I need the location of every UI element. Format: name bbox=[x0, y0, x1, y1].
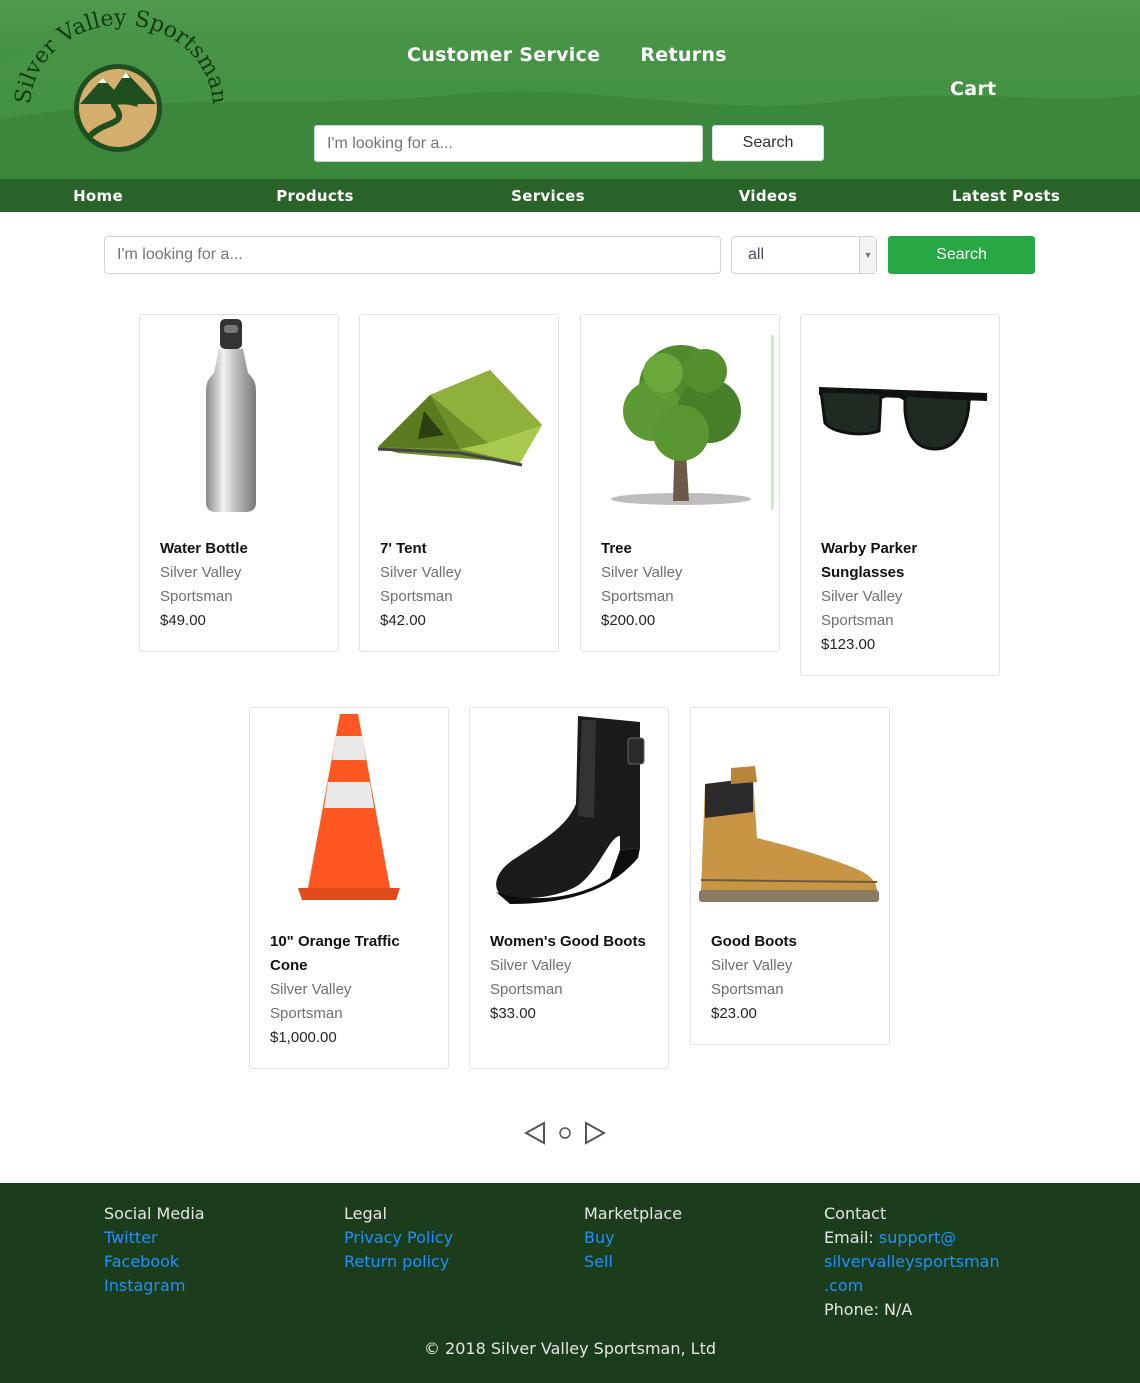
product-name[interactable]: Good Boots bbox=[711, 930, 876, 954]
product-image[interactable] bbox=[250, 708, 448, 908]
customer-service-link[interactable]: Customer Service bbox=[407, 44, 600, 66]
privacy-policy-link[interactable]: Privacy Policy bbox=[344, 1226, 453, 1250]
tan-boot-icon bbox=[699, 766, 879, 902]
cart-link[interactable]: Cart bbox=[950, 78, 996, 100]
product-image[interactable] bbox=[140, 315, 338, 515]
product-info: Women's Good Boots Silver Valley Sportsm… bbox=[490, 930, 655, 1026]
product-card[interactable]: 7' Tent Silver Valley Sportsman $42.00 bbox=[359, 314, 559, 652]
product-name[interactable]: 7' Tent bbox=[380, 537, 545, 561]
nav-services[interactable]: Services bbox=[511, 187, 585, 205]
twitter-link[interactable]: Twitter bbox=[104, 1226, 205, 1250]
chevron-down-icon[interactable]: ▼ bbox=[859, 237, 876, 273]
footer-marketplace-heading: Marketplace bbox=[584, 1204, 683, 1223]
facebook-link[interactable]: Facebook bbox=[104, 1250, 205, 1274]
product-filter: all ▼ Search bbox=[104, 236, 1035, 274]
product-price: $200.00 bbox=[601, 612, 656, 629]
footer-social: Social Media Twitter Facebook Instagram bbox=[104, 1202, 205, 1298]
nav-videos[interactable]: Videos bbox=[739, 187, 797, 205]
product-info: 7' Tent Silver Valley Sportsman $42.00 bbox=[380, 537, 545, 633]
traffic-cone-icon bbox=[298, 714, 400, 900]
product-info: Water Bottle Silver Valley Sportsman $49… bbox=[160, 537, 325, 633]
buy-link[interactable]: Buy bbox=[584, 1226, 682, 1250]
product-name[interactable]: Warby Parker Sunglasses bbox=[821, 537, 986, 585]
contact-email: Email: support@ bbox=[824, 1226, 1024, 1250]
contact-phone: Phone: N/A bbox=[824, 1300, 913, 1319]
product-name[interactable]: Women's Good Boots bbox=[490, 930, 655, 954]
header-search-button[interactable]: Search bbox=[712, 125, 824, 161]
product-image[interactable] bbox=[360, 315, 558, 515]
product-price: $123.00 bbox=[821, 636, 876, 653]
product-card[interactable]: Women's Good Boots Silver Valley Sportsm… bbox=[469, 707, 669, 1069]
header-search-input[interactable] bbox=[314, 125, 703, 162]
product-card[interactable]: Warby Parker Sunglasses Silver Valley Sp… bbox=[800, 314, 1000, 676]
product-image[interactable] bbox=[581, 315, 779, 515]
header-search: Search bbox=[314, 125, 824, 162]
main-nav: Home Products Services Videos Latest Pos… bbox=[0, 179, 1140, 212]
product-card[interactable]: Good Boots Silver Valley Sportsman $23.0… bbox=[690, 707, 890, 1045]
product-info: Tree Silver Valley Sportsman $200.00 bbox=[601, 537, 766, 633]
tree-icon bbox=[611, 335, 774, 510]
instagram-link[interactable]: Instagram bbox=[104, 1274, 205, 1298]
footer-contact: Contact Email: support@ silvervalleyspor… bbox=[824, 1202, 1024, 1322]
previous-page-icon[interactable] bbox=[524, 1121, 546, 1145]
product-seller: Silver Valley Sportsman bbox=[160, 564, 242, 605]
product-card[interactable]: Water Bottle Silver Valley Sportsman $49… bbox=[139, 314, 339, 652]
site-footer: Social Media Twitter Facebook Instagram … bbox=[0, 1183, 1140, 1383]
product-image[interactable] bbox=[801, 315, 999, 515]
brand-logo[interactable]: Silver Valley Sportsman bbox=[8, 6, 232, 158]
product-seller: Silver Valley Sportsman bbox=[711, 957, 793, 998]
product-seller: Silver Valley Sportsman bbox=[380, 564, 462, 605]
product-seller: Silver Valley Sportsman bbox=[821, 588, 903, 629]
product-image[interactable] bbox=[470, 708, 668, 908]
product-name[interactable]: 10" Orange Traffic Cone bbox=[270, 930, 435, 978]
nav-home[interactable]: Home bbox=[73, 187, 123, 205]
product-price: $33.00 bbox=[490, 1005, 536, 1022]
category-select[interactable]: all ▼ bbox=[731, 236, 877, 274]
product-price: $23.00 bbox=[711, 1005, 757, 1022]
returns-link[interactable]: Returns bbox=[640, 44, 726, 66]
pagination bbox=[524, 1121, 606, 1145]
product-search-button[interactable]: Search bbox=[888, 236, 1035, 274]
copyright: © 2018 Silver Valley Sportsman, Ltd bbox=[423, 1339, 717, 1358]
sell-link[interactable]: Sell bbox=[584, 1250, 682, 1274]
top-links: Customer Service Returns bbox=[407, 44, 727, 66]
footer-social-heading: Social Media bbox=[104, 1204, 205, 1223]
email-link-part2[interactable]: silvervalleysportsman bbox=[824, 1250, 1024, 1274]
product-name[interactable]: Tree bbox=[601, 537, 766, 561]
black-boot-icon bbox=[496, 716, 645, 904]
sunglasses-icon bbox=[819, 387, 988, 451]
product-card[interactable]: 10" Orange Traffic Cone Silver Valley Sp… bbox=[249, 707, 449, 1069]
product-seller: Silver Valley Sportsman bbox=[601, 564, 683, 605]
next-page-icon[interactable] bbox=[584, 1121, 606, 1145]
product-price: $49.00 bbox=[160, 612, 206, 629]
product-seller: Silver Valley Sportsman bbox=[490, 957, 572, 998]
product-search-input[interactable] bbox=[104, 236, 721, 274]
email-link-part3[interactable]: .com bbox=[824, 1274, 1024, 1298]
product-seller: Silver Valley Sportsman bbox=[270, 981, 352, 1022]
product-info: 10" Orange Traffic Cone Silver Valley Sp… bbox=[270, 930, 435, 1050]
tent-icon bbox=[377, 370, 542, 467]
product-info: Good Boots Silver Valley Sportsman $23.0… bbox=[711, 930, 876, 1026]
footer-legal-heading: Legal bbox=[344, 1204, 387, 1223]
email-label: Email: bbox=[824, 1228, 874, 1247]
product-card[interactable]: Tree Silver Valley Sportsman $200.00 bbox=[580, 314, 780, 652]
page-indicator-icon[interactable] bbox=[558, 1126, 572, 1140]
water-bottle-icon bbox=[206, 319, 256, 512]
nav-latest-posts[interactable]: Latest Posts bbox=[952, 187, 1060, 205]
site-header: Silver Valley Sportsman Customer Service… bbox=[0, 0, 1140, 179]
category-select-value: all bbox=[748, 246, 765, 263]
return-policy-link[interactable]: Return policy bbox=[344, 1250, 453, 1274]
product-image[interactable] bbox=[691, 708, 889, 908]
footer-contact-heading: Contact bbox=[824, 1204, 887, 1223]
product-price: $42.00 bbox=[380, 612, 426, 629]
product-price: $1,000.00 bbox=[270, 1029, 337, 1046]
product-info: Warby Parker Sunglasses Silver Valley Sp… bbox=[821, 537, 986, 657]
footer-marketplace: Marketplace Buy Sell bbox=[584, 1202, 682, 1274]
footer-legal: Legal Privacy Policy Return policy bbox=[344, 1202, 453, 1274]
email-link-part1[interactable]: support@ bbox=[879, 1228, 956, 1247]
product-name[interactable]: Water Bottle bbox=[160, 537, 325, 561]
nav-products[interactable]: Products bbox=[276, 187, 354, 205]
